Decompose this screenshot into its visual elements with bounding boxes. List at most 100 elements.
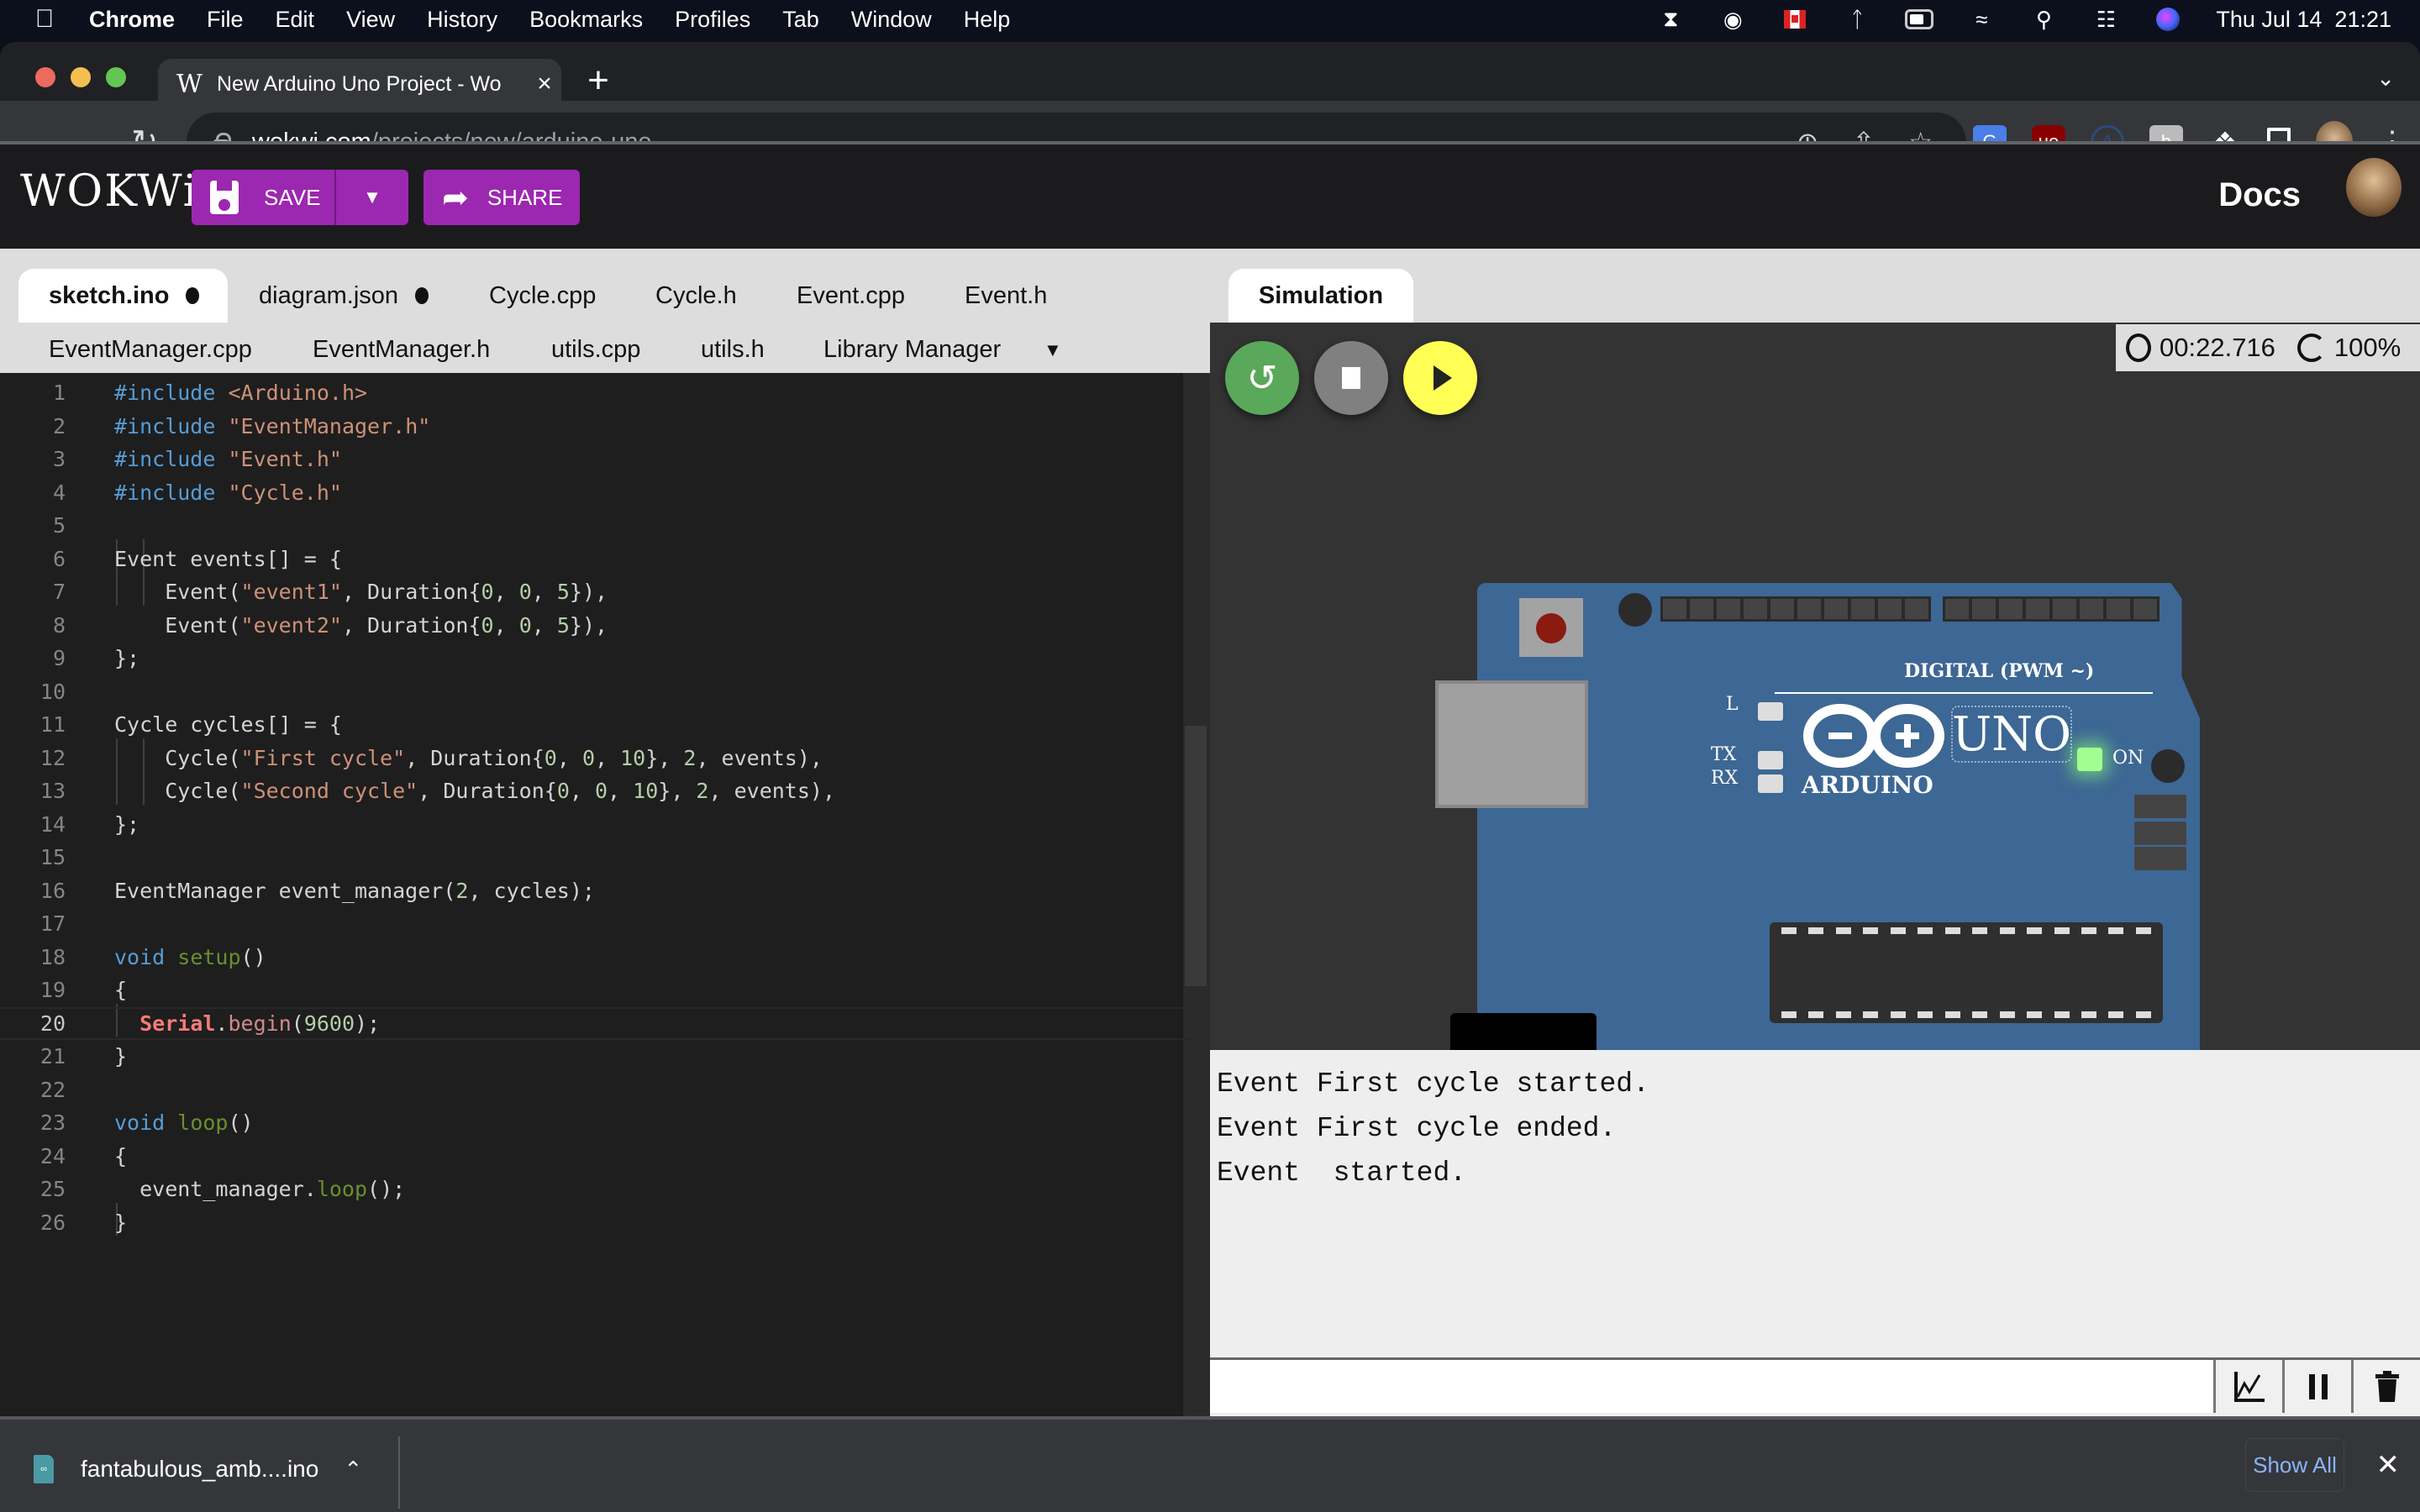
code-line[interactable]: 3 #include "Event.h" [0, 443, 1193, 476]
code-line[interactable]: 23 void loop() [0, 1106, 1193, 1140]
code-line[interactable]: 15 [0, 841, 1193, 874]
code-line[interactable]: 19 { [0, 974, 1193, 1007]
show-all-downloads-button[interactable]: Show All [2245, 1438, 2344, 1492]
menu-window[interactable]: Window [851, 7, 932, 33]
menu-history[interactable]: History [427, 7, 497, 33]
download-item[interactable]: ∞ fantabulous_amb....ino ⌃ [34, 1448, 362, 1490]
code-line[interactable]: 22 [0, 1074, 1193, 1107]
code-line[interactable]: 12 Cycle("First cycle", Duration{0, 0, 1… [0, 742, 1193, 775]
control-center-icon[interactable]: ☷ [2091, 7, 2120, 32]
code-text: }; [114, 811, 140, 837]
power-led-label: ON [2112, 748, 2144, 769]
new-tab-button[interactable]: + [580, 62, 617, 99]
close-tab-icon[interactable]: × [528, 70, 561, 98]
close-shelf-icon[interactable]: ✕ [2376, 1448, 2401, 1482]
line-number: 8 [52, 612, 66, 638]
close-window-button[interactable] [35, 67, 55, 87]
docs-link[interactable]: Docs [2218, 176, 2301, 214]
serial-plotter-button[interactable] [2213, 1360, 2282, 1413]
tab-search-chevron-icon[interactable]: ⌄ [2376, 66, 2395, 92]
tab-eventmanager-cpp[interactable]: EventManager.cpp [49, 323, 252, 376]
battery-icon[interactable] [1905, 7, 1934, 32]
tab-sketch-ino[interactable]: sketch.ino [18, 269, 229, 323]
code-line[interactable]: 4 #include "Cycle.h" [0, 476, 1193, 510]
more-tabs-dropdown-icon[interactable]: ▼ [1044, 339, 1062, 361]
line-number: 7 [52, 580, 66, 605]
code-text: { [114, 1143, 128, 1168]
code-line[interactable]: 18 void setup() [0, 941, 1193, 974]
apple-menu-icon[interactable]:  [32, 5, 57, 34]
code-text: Cycle("First cycle", Duration{0, 0, 10},… [114, 745, 823, 770]
line-number: 5 [52, 513, 66, 538]
menu-view[interactable]: View [346, 7, 395, 33]
pause-serial-button[interactable] [2282, 1360, 2351, 1413]
tab-event-h[interactable]: Event.h [965, 269, 1047, 323]
bluetooth-icon[interactable]: ᛏ [1843, 7, 1871, 32]
code-line[interactable]: 14}; [0, 808, 1193, 842]
tab-cycle-h[interactable]: Cycle.h [655, 269, 737, 323]
code-line[interactable]: 26} [0, 1206, 1193, 1240]
line-number: 4 [52, 480, 66, 505]
code-line[interactable]: 7 Event("event1", Duration{0, 0, 5}), [0, 575, 1193, 609]
line-number: 24 [39, 1143, 66, 1168]
zoom-window-button[interactable] [106, 67, 126, 87]
siri-icon[interactable] [2154, 7, 2182, 32]
download-options-chevron-icon[interactable]: ⌃ [344, 1457, 362, 1483]
code-line[interactable]: 13 Cycle("Second cycle", Duration{0, 0, … [0, 774, 1193, 808]
user-avatar[interactable] [2346, 158, 2402, 217]
reset-button[interactable] [1519, 598, 1583, 657]
code-line[interactable]: 16 EventManager event_manager(2, cycles); [0, 874, 1193, 908]
tab-cycle-cpp[interactable]: Cycle.cpp [489, 269, 596, 323]
menu-file[interactable]: File [207, 7, 244, 33]
tab-event-cpp[interactable]: Event.cpp [797, 269, 905, 323]
code-line[interactable]: 25 event_manager.loop(); [0, 1173, 1193, 1206]
code-line[interactable]: 2 #include "EventManager.h" [0, 410, 1193, 444]
code-text: } [114, 1210, 128, 1235]
menu-edit[interactable]: Edit [276, 7, 315, 33]
code-line[interactable]: 1 #include <Arduino.h> [0, 376, 1193, 410]
simulation-canvas[interactable]: ↺ 00:22.716 100% DIGITAL (PWM ~) L TX RX… [1210, 323, 2420, 1050]
tab-utils-cpp[interactable]: utils.cpp [551, 323, 640, 376]
share-button[interactable]: ➦ SHARE [424, 170, 580, 225]
menu-help[interactable]: Help [964, 7, 1011, 33]
code-line[interactable]: 24 { [0, 1140, 1193, 1173]
canada-flag-icon[interactable] [1781, 7, 1809, 32]
line-number: 6 [52, 546, 66, 571]
menu-tab[interactable]: Tab [782, 7, 819, 33]
save-button[interactable]: SAVE [192, 170, 336, 225]
menubar-clock[interactable]: Thu Jul 14 21:21 [2216, 7, 2391, 33]
minimize-window-button[interactable] [71, 67, 91, 87]
digital-underline [1775, 692, 2153, 694]
serial-input[interactable] [1210, 1360, 2213, 1413]
tab-simulation[interactable]: Simulation [1228, 269, 1413, 323]
code-area[interactable]: 1 #include <Arduino.h> 2 #include "EventMan… [0, 373, 1210, 1416]
tab-utils-h[interactable]: utils.h [701, 323, 765, 376]
code-line[interactable]: 8 Event("event2", Duration{0, 0, 5}), [0, 609, 1193, 643]
menu-profiles[interactable]: Profiles [675, 7, 750, 33]
shazam-icon[interactable]: ⧗ [1656, 6, 1685, 32]
tab-eventmanager-h[interactable]: EventManager.h [313, 323, 490, 376]
code-line[interactable]: 9}; [0, 642, 1193, 675]
code-line[interactable]: 10 [0, 675, 1193, 709]
code-line[interactable]: 17 [0, 907, 1193, 941]
tab-diagram-json[interactable]: diagram.json [259, 269, 429, 323]
tableplus-elephant-icon[interactable]: ◉ [1718, 7, 1747, 32]
wifi-icon[interactable]: ≈ [1967, 7, 1996, 32]
code-line[interactable]: 21} [0, 1040, 1193, 1074]
line-number: 19 [39, 978, 66, 1003]
code-line[interactable]: 5 [0, 509, 1193, 543]
wokwi-logo[interactable]: WOKWi [20, 166, 198, 217]
line-number: 22 [39, 1077, 66, 1102]
shelf-divider [398, 1436, 400, 1509]
menu-bookmarks[interactable]: Bookmarks [529, 7, 643, 33]
code-line[interactable]: 6 Event events[] = { [0, 543, 1193, 576]
save-dropdown-button[interactable]: ▼ [336, 186, 408, 208]
spotlight-search-icon[interactable]: ⚲ [2029, 7, 2058, 32]
code-line[interactable]: 11 Cycle cycles[] = { [0, 708, 1193, 742]
arduino-uno-board[interactable]: DIGITAL (PWM ~) L TX RX ARDUINO UNO ON [1210, 323, 2420, 1050]
digital-header-left [1660, 596, 1931, 622]
tab-library-manager[interactable]: Library Manager [823, 323, 1001, 376]
code-line[interactable]: 20 Serial.begin(9600); [0, 1006, 1193, 1040]
menu-app-name[interactable]: Chrome [89, 7, 175, 33]
clear-serial-button[interactable] [2351, 1360, 2420, 1413]
